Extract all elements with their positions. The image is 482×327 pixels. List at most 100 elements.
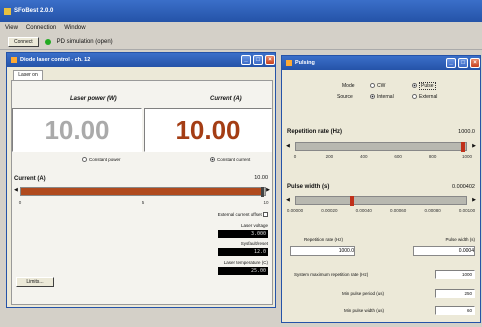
current-label: Current (A) — [210, 96, 242, 102]
rep-tick-label: 400 — [360, 154, 368, 159]
current-tick-label: 0 — [18, 200, 22, 205]
laser-temp-value: 25.00 — [218, 267, 268, 275]
pulsing-window-icon — [286, 60, 292, 66]
sys-max-value: 1000 — [435, 270, 475, 279]
menu-connection[interactable]: Connection — [26, 25, 56, 31]
source-internal-dot — [370, 94, 375, 100]
close-icon[interactable]: × — [265, 55, 275, 65]
app-titlebar: SFoBest 2.0.0 — [0, 0, 482, 22]
min-period-value: 250 — [435, 289, 475, 298]
pulse-width-slider[interactable] — [295, 196, 467, 206]
rep-rate-slider[interactable] — [295, 142, 467, 152]
connect-button[interactable]: Connect — [8, 36, 39, 47]
external-offset-checkbox[interactable]: External current offset — [218, 212, 268, 218]
sysfault-label: Sysfault/reset — [240, 241, 268, 246]
rep-tick-label: 600 — [394, 154, 402, 159]
current-tick-label: 5 — [141, 200, 145, 205]
mode-cw-radio[interactable]: CW — [370, 83, 385, 89]
rep-tick-label: 800 — [428, 154, 437, 159]
width-right-arrow-icon[interactable]: ▶ — [472, 197, 476, 203]
pulsing-window-titlebar: Pulsing _ □ × — [282, 56, 480, 70]
pulse-width-ticks: 0.00000 0.00020 0.00040 0.00060 0.00080 0.001… — [287, 208, 475, 216]
width-tick-label: 0.00080 — [424, 208, 441, 213]
mode-cw-label: CW — [377, 83, 386, 89]
mode-label: Mode — [342, 83, 355, 89]
laser-voltage-label: Laser voltage — [240, 223, 268, 228]
laser-window-titlebar: Diode laser control - ch. 12 _ □ × — [7, 53, 275, 67]
min-width-value: 60 — [435, 306, 475, 315]
source-internal-label: Internal — [377, 94, 394, 100]
laser-tab[interactable]: Laser on — [13, 70, 43, 80]
rep-tick-label: 0 — [293, 154, 297, 159]
current-slider-thumb[interactable] — [260, 187, 264, 197]
pulsing-minimize-icon[interactable]: _ — [446, 58, 456, 68]
laser-window: Diode laser control - ch. 12 _ □ × Laser… — [6, 52, 276, 308]
minimize-icon[interactable]: _ — [241, 55, 251, 65]
laser-temp-label: Laser temperature (C) — [223, 260, 268, 265]
current-slider-fill — [21, 188, 263, 195]
rep-rate-thumb[interactable] — [460, 142, 465, 152]
limits-button[interactable]: Limits... — [16, 277, 54, 287]
mode-pulse-label: Pulse — [419, 82, 436, 90]
current-slider-label: Current (A) — [14, 176, 46, 182]
pulsing-window-title: Pulsing — [295, 60, 315, 66]
laser-window-icon — [11, 57, 17, 63]
pulse-width-label: Pulse width (s) — [287, 184, 330, 190]
power-value: 10.00 — [44, 115, 110, 145]
status-green-icon — [44, 38, 51, 45]
constant-current-radio-dot — [210, 157, 215, 163]
rep-left-arrow-icon[interactable]: ◀ — [286, 143, 290, 149]
pulse-width-input[interactable] — [413, 246, 475, 256]
current-tick-label: 10 — [263, 200, 269, 205]
pulsing-close-icon[interactable]: × — [470, 58, 480, 68]
laser-tab-body: Laser power (W) Current (A) 10.00 10.00 … — [11, 80, 273, 305]
sysfault-value: 12.0 — [218, 248, 268, 256]
mode-pulse-radio[interactable]: Pulse — [412, 82, 436, 90]
current-ticks: 0 5 10 — [18, 200, 269, 208]
slider-right-arrow-icon[interactable]: ▶ — [266, 187, 270, 193]
current-slider-value: 10.00 — [254, 175, 268, 181]
rep-rate-value: 1000.0 — [458, 129, 475, 135]
app-title: SFoBest 2.0.0 — [14, 8, 54, 14]
rep-tick-label: 200 — [325, 154, 334, 159]
laser-window-title: Diode laser control - ch. 12 — [20, 57, 91, 63]
pulsing-window: Pulsing _ □ × Mode CW Pulse Source Inter… — [281, 55, 481, 323]
sys-max-label: System maximum repetition rate (Hz) — [294, 272, 369, 277]
rep-field-label: Repetition rate (Hz) — [304, 237, 344, 242]
rep-right-arrow-icon[interactable]: ▶ — [472, 143, 476, 149]
power-display: 10.00 — [12, 108, 142, 152]
menu-bar: View Connection Window — [0, 22, 482, 33]
pulsing-maximize-icon[interactable]: □ — [458, 58, 468, 68]
power-label: Laser power (W) — [70, 96, 117, 102]
constant-power-radio-dot — [82, 157, 87, 163]
slider-left-arrow-icon[interactable]: ◀ — [14, 187, 18, 193]
width-tick-label: 0.00000 — [286, 208, 304, 213]
rep-rate-input[interactable] — [290, 246, 355, 256]
current-slider[interactable] — [20, 187, 266, 197]
min-width-label: Min pulse width (us) — [344, 308, 385, 313]
source-external-label: External — [419, 94, 438, 100]
constant-current-label: Constant current — [217, 157, 251, 162]
current-value: 10.00 — [175, 115, 241, 145]
rep-rate-label: Repetition rate (Hz) — [287, 129, 343, 135]
source-external-radio[interactable]: External — [412, 94, 437, 100]
width-left-arrow-icon[interactable]: ◀ — [286, 197, 290, 203]
width-tick-label: 0.00060 — [390, 208, 407, 213]
source-label: Source — [337, 94, 353, 100]
width-tick-label: 0.00040 — [355, 208, 372, 213]
menu-window[interactable]: Window — [64, 25, 85, 31]
connection-status: PD simulation (open) — [56, 38, 113, 45]
constant-current-radio[interactable]: Constant current — [210, 157, 251, 163]
app-icon — [4, 7, 11, 15]
external-offset-box — [263, 212, 268, 218]
width-field-label: Pulse width (s) — [445, 237, 475, 242]
mode-cw-dot — [370, 83, 375, 89]
mode-pulse-dot — [412, 83, 417, 89]
menu-view[interactable]: View — [5, 25, 18, 31]
laser-voltage-value: 3.000 — [218, 230, 268, 238]
maximize-icon[interactable]: □ — [253, 55, 263, 65]
constant-power-radio[interactable]: Constant power — [82, 157, 121, 163]
source-internal-radio[interactable]: Internal — [370, 94, 394, 100]
pulse-width-thumb[interactable] — [350, 196, 355, 206]
width-tick-label: 0.00020 — [321, 208, 338, 213]
